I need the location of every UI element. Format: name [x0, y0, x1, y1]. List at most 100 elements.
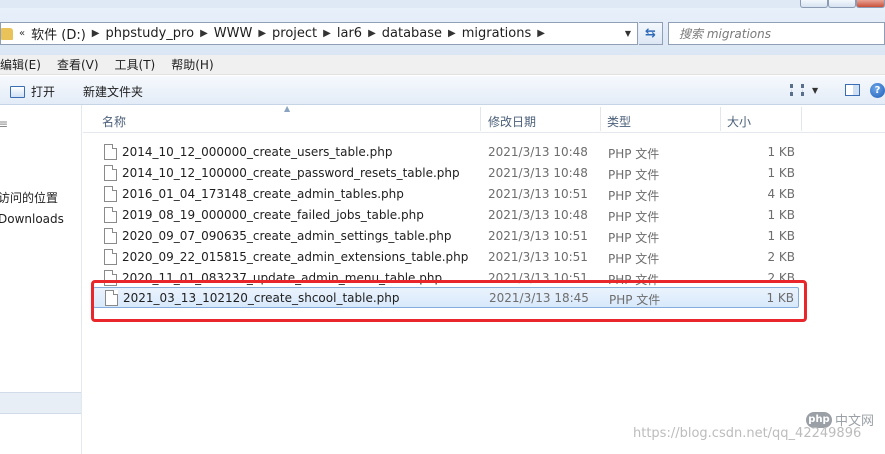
- column-header-name[interactable]: 名称: [102, 113, 126, 130]
- file-type: PHP 文件: [608, 273, 660, 287]
- file-row[interactable]: 2019_08_19_000000_create_failed_jobs_tab…: [93, 205, 799, 226]
- breadcrumb: 软件 (D:) ▶ phpstudy_pro ▶ WWW ▶ project ▶ lar6 ▶ da…: [31, 23, 551, 44]
- php-file-icon: [104, 186, 117, 202]
- nav-item-fragment: ≡: [0, 117, 8, 131]
- file-name: 2020_09_07_090635_create_admin_settings_…: [122, 229, 452, 243]
- file-name: 2021_03_13_102120_create_shcool_table.ph…: [123, 291, 400, 305]
- menu-help[interactable]: 帮助(H): [163, 56, 221, 73]
- nav-item-recent-places[interactable]: 访问的位置: [0, 189, 58, 206]
- column-divider[interactable]: [720, 107, 721, 131]
- file-row[interactable]: 2020_09_22_015815_create_admin_extension…: [93, 247, 799, 268]
- file-row[interactable]: 2014_10_12_100000_create_password_resets…: [93, 163, 799, 184]
- breadcrumb-segment[interactable]: database: [382, 26, 442, 41]
- watermark-url: https://blog.csdn.net/qq_42249896: [633, 426, 862, 441]
- file-type: PHP 文件: [608, 147, 660, 161]
- file-name: 2016_01_04_173148_create_admin_tables.ph…: [122, 187, 404, 201]
- breadcrumb-chevron-icon[interactable]: ▶: [317, 28, 337, 39]
- address-bar[interactable]: « 软件 (D:) ▶ phpstudy_pro ▶ WWW ▶ project ▶ lar6 ▶…: [0, 22, 638, 45]
- open-label: 打开: [31, 85, 56, 99]
- php-file-icon: [104, 270, 117, 286]
- file-date: 2021/3/13 10:48: [488, 145, 588, 159]
- chevron-down-icon[interactable]: ▼: [621, 25, 635, 42]
- file-name: 2019_08_19_000000_create_failed_jobs_tab…: [122, 208, 424, 222]
- php-file-icon: [104, 228, 117, 244]
- navigation-pane[interactable]: ≡ 访问的位置 Downloads: [0, 105, 82, 454]
- file-size: 1 KB: [767, 166, 795, 180]
- php-file-icon: [104, 249, 117, 265]
- php-file-icon: [105, 290, 118, 306]
- chevron-down-icon: ▼: [812, 85, 819, 95]
- menu-edit[interactable]: 编辑(E): [0, 56, 49, 73]
- column-header-size[interactable]: 大小: [727, 113, 751, 130]
- breadcrumb-chevron-icon[interactable]: ▶: [194, 28, 214, 39]
- file-date: 2021/3/13 10:51: [488, 229, 588, 243]
- change-view-button[interactable]: ▼: [790, 84, 818, 96]
- column-divider[interactable]: [600, 107, 601, 131]
- maximize-button[interactable]: [828, 0, 856, 8]
- file-type: PHP 文件: [608, 252, 660, 266]
- address-overflow-icon[interactable]: «: [13, 28, 31, 39]
- file-name: 2014_10_12_100000_create_password_resets…: [122, 166, 460, 180]
- new-folder-button[interactable]: 新建文件夹: [83, 83, 143, 100]
- breadcrumb-chevron-icon[interactable]: ▶: [86, 28, 106, 39]
- file-date: 2021/3/13 10:51: [488, 250, 588, 264]
- folder-icon: [1, 27, 13, 40]
- breadcrumb-chevron-icon[interactable]: ▶: [362, 28, 382, 39]
- menu-bar: 编辑(E) 查看(V) 工具(T) 帮助(H): [0, 55, 885, 75]
- column-header-row: ▲ 名称 修改日期 类型 大小: [83, 104, 885, 133]
- file-type: PHP 文件: [608, 168, 660, 182]
- file-size: 2 KB: [767, 250, 795, 264]
- file-name: 2020_11_01_083237_update_admin_menu_tabl…: [122, 271, 443, 285]
- address-row: « 软件 (D:) ▶ phpstudy_pro ▶ WWW ▶ project ▶ lar6 ▶…: [0, 8, 885, 55]
- breadcrumb-segment[interactable]: project: [272, 26, 317, 41]
- file-size: 1 KB: [767, 208, 795, 222]
- menu-tools[interactable]: 工具(T): [107, 56, 164, 73]
- breadcrumb-segment[interactable]: 软件 (D:): [31, 24, 86, 43]
- column-divider[interactable]: [801, 107, 802, 131]
- breadcrumb-chevron-icon[interactable]: ▶: [252, 28, 272, 39]
- file-date: 2021/3/13 10:51: [488, 187, 588, 201]
- breadcrumb-segment[interactable]: phpstudy_pro: [106, 26, 195, 41]
- file-list[interactable]: ▲ 名称 修改日期 类型 大小 2014_10_12_000000_create…: [83, 104, 885, 454]
- file-row[interactable]: 2014_10_12_000000_create_users_table.php…: [93, 142, 799, 163]
- file-size: 4 KB: [767, 187, 795, 201]
- php-file-icon: [104, 165, 117, 181]
- nav-item-downloads[interactable]: Downloads: [0, 212, 64, 226]
- column-divider[interactable]: [480, 107, 481, 131]
- open-button[interactable]: 打开: [10, 83, 55, 100]
- php-file-icon: [104, 207, 117, 223]
- php-file-icon: [104, 144, 117, 160]
- search-box[interactable]: [668, 22, 885, 45]
- toolbar: 打开 新建文件夹 ▼ ?: [0, 76, 885, 105]
- breadcrumb-chevron-icon[interactable]: ▶: [531, 28, 551, 39]
- column-header-date[interactable]: 修改日期: [488, 113, 536, 130]
- help-icon[interactable]: ?: [870, 83, 885, 98]
- file-row-selected[interactable]: 2021_03_13_102120_create_shcool_table.ph…: [93, 287, 799, 308]
- nav-item-selected[interactable]: [0, 392, 81, 414]
- search-input[interactable]: [669, 23, 884, 44]
- file-row[interactable]: 2020_11_01_083237_update_admin_menu_tabl…: [93, 268, 799, 289]
- file-name: 2014_10_12_000000_create_users_table.php: [122, 145, 393, 159]
- file-date: 2021/3/13 18:45: [489, 291, 589, 305]
- file-date: 2021/3/13 10:48: [488, 208, 588, 222]
- file-date: 2021/3/13 10:51: [488, 271, 588, 285]
- breadcrumb-segment[interactable]: migrations: [462, 26, 532, 41]
- breadcrumb-chevron-icon[interactable]: ▶: [442, 28, 462, 39]
- file-row[interactable]: 2020_09_07_090635_create_admin_settings_…: [93, 226, 799, 247]
- view-details-icon: [790, 84, 804, 96]
- file-size: 1 KB: [766, 291, 794, 305]
- close-button[interactable]: [856, 0, 885, 8]
- file-size: 1 KB: [767, 145, 795, 159]
- file-type: PHP 文件: [609, 293, 661, 307]
- minimize-button[interactable]: [800, 0, 828, 8]
- breadcrumb-segment[interactable]: lar6: [337, 26, 362, 41]
- preview-pane-icon[interactable]: [845, 84, 860, 96]
- column-header-type[interactable]: 类型: [607, 113, 631, 130]
- refresh-button[interactable]: ⇆: [639, 22, 663, 45]
- file-type: PHP 文件: [608, 231, 660, 245]
- file-row[interactable]: 2016_01_04_173148_create_admin_tables.ph…: [93, 184, 799, 205]
- file-type: PHP 文件: [608, 189, 660, 203]
- menu-view[interactable]: 查看(V): [49, 56, 107, 73]
- breadcrumb-segment[interactable]: WWW: [214, 26, 253, 41]
- sort-ascending-icon: ▲: [284, 104, 291, 113]
